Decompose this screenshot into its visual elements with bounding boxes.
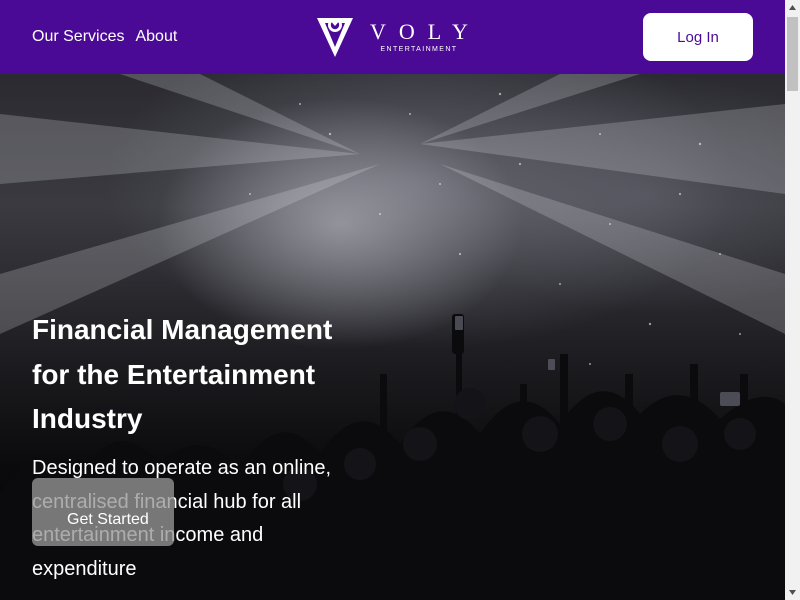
logo-wordmark: VOLY ENTERTAINMENT <box>370 21 468 54</box>
voly-logo-mark-icon <box>317 18 353 57</box>
scroll-down-arrow-icon[interactable] <box>785 585 800 600</box>
top-navbar: Our Services About VOLY ENTERTAINMENT Lo… <box>0 0 785 74</box>
voly-logo[interactable]: VOLY ENTERTAINMENT <box>316 14 476 60</box>
scrollbar-thumb[interactable] <box>787 17 798 91</box>
hero-headline: Financial Management for the Entertainme… <box>32 314 333 434</box>
main-nav: Our Services About <box>32 0 177 74</box>
logo-name: VOLY <box>370 19 481 44</box>
vertical-scrollbar[interactable] <box>785 0 800 600</box>
nav-link-about[interactable]: About <box>135 28 177 46</box>
page: Financial Management for the Entertainme… <box>0 0 785 600</box>
nav-link-our-services[interactable]: Our Services <box>32 28 124 46</box>
logo-subtitle: ENTERTAINMENT <box>380 46 458 53</box>
scroll-up-arrow-icon[interactable] <box>785 0 800 15</box>
log-in-button[interactable]: Log In <box>643 13 753 61</box>
get-started-button[interactable]: Get Started <box>32 478 174 546</box>
